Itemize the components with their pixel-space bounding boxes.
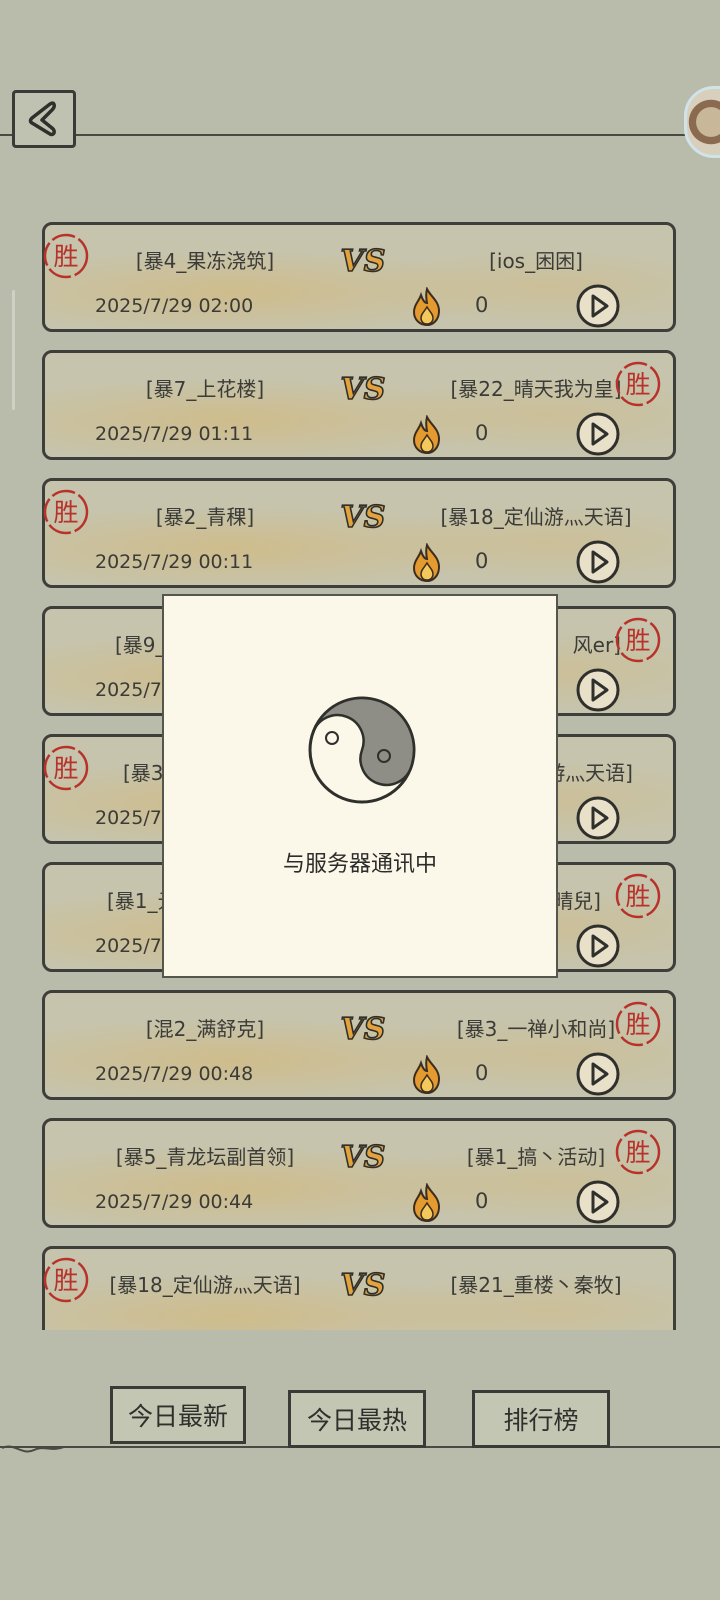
fire-icon xyxy=(412,543,441,583)
player2-name: [ios_困困] xyxy=(489,249,583,273)
play-replay-icon[interactable] xyxy=(575,795,621,841)
play-replay-icon[interactable] xyxy=(575,667,621,713)
match-card[interactable]: [暴5_青龙坛副首领] VS [暴1_搞丶活动] 2025/7/29 00:44… xyxy=(42,1118,676,1228)
vs-icon: VS xyxy=(340,1011,387,1047)
fire-icon xyxy=(412,1183,441,1223)
match-date: 2025/7/29 02:00 xyxy=(95,295,254,317)
player1-name: [暴3 xyxy=(123,761,164,785)
back-button[interactable] xyxy=(12,90,76,148)
loading-message: 与服务器通讯中 xyxy=(282,852,437,877)
match-date: 2025/7/29 01:11 xyxy=(95,423,254,445)
svg-text:VS: VS xyxy=(341,1012,386,1047)
svg-text:胜: 胜 xyxy=(625,626,650,655)
win-stamp-icon: 胜 xyxy=(615,1001,661,1047)
player1-name: [暴4_果冻浇筑] xyxy=(135,249,275,273)
fire-icon xyxy=(412,287,441,327)
win-stamp-icon: 胜 xyxy=(615,873,661,919)
match-date: 2025/7/ xyxy=(95,935,169,957)
player2-name: 晴兒] xyxy=(553,889,601,913)
player1-name: [暴2_青稞] xyxy=(155,505,255,529)
svg-text:胜: 胜 xyxy=(53,242,78,271)
tab-latest-today[interactable]: 今日最新 xyxy=(110,1386,246,1444)
player1-name: [暴5_青龙坛副首领] xyxy=(115,1145,295,1169)
player1-name: [暴18_定仙游灬天语] xyxy=(109,1273,301,1297)
svg-text:VS: VS xyxy=(341,500,386,535)
svg-text:胜: 胜 xyxy=(53,498,78,527)
win-stamp-icon: 胜 xyxy=(43,745,89,791)
svg-text:胜: 胜 xyxy=(53,754,78,783)
fire-icon xyxy=(412,1055,441,1095)
player1-name: [混2_满舒克] xyxy=(145,1017,265,1041)
match-card[interactable]: [暴4_果冻浇筑] VS [ios_困困] 2025/7/29 02:00 0 … xyxy=(42,222,676,332)
svg-text:胜: 胜 xyxy=(625,370,650,399)
taiji-icon xyxy=(308,696,416,804)
match-date: 2025/7/29 00:48 xyxy=(95,1063,254,1085)
player2-name: [暴18_定仙游灬天语] xyxy=(440,505,632,529)
heat-count: 0 xyxy=(475,1061,489,1085)
svg-text:胜: 胜 xyxy=(625,882,650,911)
header-divider xyxy=(0,134,720,136)
svg-text:胜: 胜 xyxy=(625,1138,650,1167)
heat-count: 0 xyxy=(475,1189,489,1213)
match-date: 2025/7/ xyxy=(95,807,169,829)
match-date: 2025/7/29 00:44 xyxy=(95,1191,254,1213)
vs-icon: VS xyxy=(340,499,387,535)
play-replay-icon[interactable] xyxy=(575,923,621,969)
win-stamp-icon: 胜 xyxy=(615,1129,661,1175)
svg-text:VS: VS xyxy=(341,1268,386,1303)
player2-name: 游灬天语] xyxy=(545,761,633,785)
match-date: 2025/7/29 00:11 xyxy=(95,551,254,573)
heat-count: 0 xyxy=(475,293,489,317)
heat-count: 0 xyxy=(475,549,489,573)
svg-text:胜: 胜 xyxy=(53,1266,78,1295)
back-arrow-icon xyxy=(28,101,56,137)
play-replay-icon[interactable] xyxy=(575,411,621,457)
win-stamp-icon: 胜 xyxy=(43,489,89,535)
match-card[interactable]: [混2_满舒克] VS [暴3_一禅小和尚] 2025/7/29 00:48 0… xyxy=(42,990,676,1100)
match-card[interactable]: [暴2_青稞] VS [暴18_定仙游灬天语] 2025/7/29 00:11 … xyxy=(42,478,676,588)
player1-name: [暴7_上花楼] xyxy=(145,377,265,401)
win-stamp-icon: 胜 xyxy=(615,361,661,407)
match-card[interactable]: [暴18_定仙游灬天语] VS [暴21_重楼丶秦牧] 胜 xyxy=(42,1246,676,1330)
svg-text:VS: VS xyxy=(341,1140,386,1175)
decorative-squiggle xyxy=(1,1445,65,1453)
svg-text:VS: VS xyxy=(341,372,386,407)
match-card[interactable]: [暴7_上花楼] VS [暴22_晴天我为皇] 2025/7/29 01:11 … xyxy=(42,350,676,460)
loading-dialog: 与服务器通讯中 xyxy=(162,594,558,978)
vs-icon: VS xyxy=(340,371,387,407)
user-avatar[interactable] xyxy=(684,86,720,158)
tab-hottest-today[interactable]: 今日最热 xyxy=(288,1390,426,1448)
win-stamp-icon: 胜 xyxy=(43,233,89,279)
svg-text:VS: VS xyxy=(341,244,386,279)
fire-icon xyxy=(412,415,441,455)
win-stamp-icon: 胜 xyxy=(615,617,661,663)
play-replay-icon[interactable] xyxy=(575,539,621,585)
player1-name: [暴9_ xyxy=(115,633,166,657)
vs-icon: VS xyxy=(340,1139,387,1175)
player2-name: [暴21_重楼丶秦牧] xyxy=(450,1273,622,1297)
play-replay-icon[interactable] xyxy=(575,283,621,329)
win-stamp-icon: 胜 xyxy=(43,1257,89,1303)
vs-icon: VS xyxy=(340,1267,387,1303)
tab-ranking[interactable]: 排行榜 xyxy=(472,1390,610,1448)
svg-text:胜: 胜 xyxy=(625,1010,650,1039)
play-replay-icon[interactable] xyxy=(575,1179,621,1225)
match-date: 2025/7/ xyxy=(95,679,169,701)
vs-icon: VS xyxy=(340,243,387,279)
play-replay-icon[interactable] xyxy=(575,1051,621,1097)
heat-count: 0 xyxy=(475,421,489,445)
